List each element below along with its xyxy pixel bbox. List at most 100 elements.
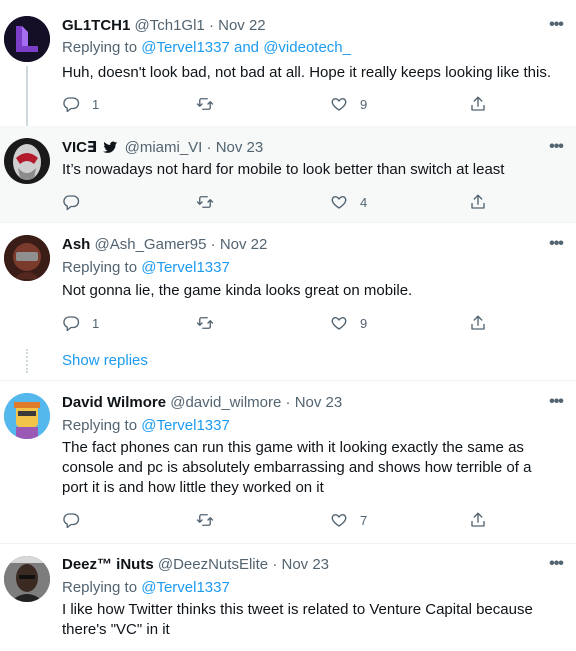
user-handle[interactable]: @miami_VI [125,139,203,156]
mention-link[interactable]: @Tervel1337 [141,417,230,434]
replying-to: Replying to @Tervel1337 [62,578,230,598]
show-replies-link[interactable]: Show replies [62,352,148,369]
avatar[interactable] [4,138,50,184]
user-handle[interactable]: @david_wilmore [170,394,281,411]
display-name[interactable]: Ash [62,236,90,253]
reply-count: 1 [92,96,100,112]
twitter-bird-icon [103,141,118,153]
retweet-button[interactable] [196,510,214,530]
avatar[interactable] [4,556,50,602]
replying-to: Replying to @Tervel1337 [62,258,230,278]
replying-to: Replying to @Tervel1337 and @videotech_ [62,38,351,58]
display-name[interactable]: GL1TCH1 [62,17,130,34]
like-button[interactable]: 7 [330,510,367,530]
retweet-icon [196,98,214,110]
like-count: 9 [360,96,368,112]
tweet-gl1tch1[interactable]: GL1TCH1 @Tch1Gl1 · Nov 22 ••• Replying t… [0,0,576,126]
share-button[interactable] [469,510,487,530]
like-button[interactable]: 4 [330,192,367,212]
tweet-header: Deez™ iNuts @DeezNutsElite · Nov 23 [62,555,329,575]
separator-dot: · [206,139,212,156]
reply-count: 1 [92,315,100,331]
share-icon [471,315,485,330]
tweet-date[interactable]: Nov 23 [216,139,264,156]
reply-icon [63,195,80,211]
more-icon[interactable]: ••• [546,236,566,257]
retweet-button[interactable] [196,192,214,212]
tweet-date[interactable]: Nov 22 [220,236,268,253]
tweet-header: Ash @Ash_Gamer95 · Nov 22 [62,235,267,255]
user-handle[interactable]: @DeezNutsElite [158,556,268,573]
like-count: 4 [360,194,368,210]
more-icon[interactable]: ••• [546,17,566,38]
more-icon[interactable]: ••• [546,394,566,415]
share-button[interactable] [469,192,487,212]
separator-dot: · [210,236,216,253]
mention-link[interactable]: @videotech_ [263,39,351,56]
mention-link[interactable]: @Tervel1337 [141,579,230,596]
retweet-icon [196,317,214,329]
more-icon[interactable]: ••• [546,139,566,160]
tweet-text: Huh, doesn't look bad, not bad at all. H… [62,64,551,81]
share-button[interactable] [469,94,487,114]
replying-to: Replying to @Tervel1337 [62,416,230,436]
display-name[interactable]: Deez™ iNuts [62,556,154,573]
replying-to-conjunction: and [229,39,264,56]
reply-icon [63,513,80,529]
reply-button[interactable] [62,192,80,212]
like-icon [331,196,347,209]
display-name[interactable]: David Wilmore [62,394,166,411]
tweet-text: It’s nowadays not hard for mobile to loo… [62,161,505,178]
tweet-vice[interactable]: VIC∃ @miami_VI · Nov 23 ••• It’s nowaday… [0,126,576,222]
separator-dot: · [272,556,278,573]
tweet-david-wilmore[interactable]: David Wilmore @david_wilmore · Nov 23 ••… [0,381,576,543]
retweet-button[interactable] [196,94,214,114]
retweet-button[interactable] [196,313,214,333]
like-icon [331,98,347,111]
display-name[interactable]: VIC∃ [62,139,97,156]
avatar[interactable] [4,16,50,62]
mention-link[interactable]: @Tervel1337 [141,39,230,56]
like-count: 9 [360,315,368,331]
separator-dot: · [285,394,291,411]
share-icon [471,96,485,111]
tweet-header: GL1TCH1 @Tch1Gl1 · Nov 22 [62,16,266,36]
replying-to-label: Replying to [62,259,142,276]
tweet-date[interactable]: Nov 22 [218,17,266,34]
retweet-icon [196,514,214,526]
tweet-text: Not gonna lie, the game kinda looks grea… [62,282,413,299]
tweet-date[interactable]: Nov 23 [295,394,343,411]
retweet-icon [196,196,214,208]
separator-dot: · [208,17,214,34]
tweet-text: I like how Twitter thinks this tweet is … [62,601,533,638]
user-handle[interactable]: @Ash_Gamer95 [95,236,207,253]
replying-to-label: Replying to [62,579,142,596]
like-button[interactable]: 9 [330,313,367,333]
share-icon [471,512,485,527]
reply-icon [63,316,80,332]
user-handle[interactable]: @Tch1Gl1 [135,17,205,34]
reply-button[interactable]: 1 [62,313,99,333]
avatar[interactable] [4,235,50,281]
more-icon[interactable]: ••• [546,556,566,577]
tweet-date[interactable]: Nov 23 [281,556,329,573]
reply-button[interactable] [62,510,80,530]
share-icon [471,194,485,209]
replying-to-label: Replying to [62,417,142,434]
mention-link[interactable]: @Tervel1337 [141,259,230,276]
reply-button[interactable]: 1 [62,94,99,114]
avatar[interactable] [4,393,50,439]
thread-line [26,66,28,126]
replying-to-label: Replying to [62,39,142,56]
like-count: 7 [360,512,368,528]
like-icon [331,317,347,330]
reply-icon [63,97,80,113]
tweet-deez-inuts[interactable]: Deez™ iNuts @DeezNutsElite · Nov 23 ••• … [0,544,576,651]
tweet-header: VIC∃ @miami_VI · Nov 23 [62,138,263,158]
like-button[interactable]: 9 [330,94,367,114]
thread-dotted-line [26,349,28,373]
share-button[interactable] [469,313,487,333]
like-icon [331,514,347,527]
tweet-ash[interactable]: Ash @Ash_Gamer95 · Nov 22 ••• Replying t… [0,223,576,380]
tweet-header: David Wilmore @david_wilmore · Nov 23 [62,393,342,413]
